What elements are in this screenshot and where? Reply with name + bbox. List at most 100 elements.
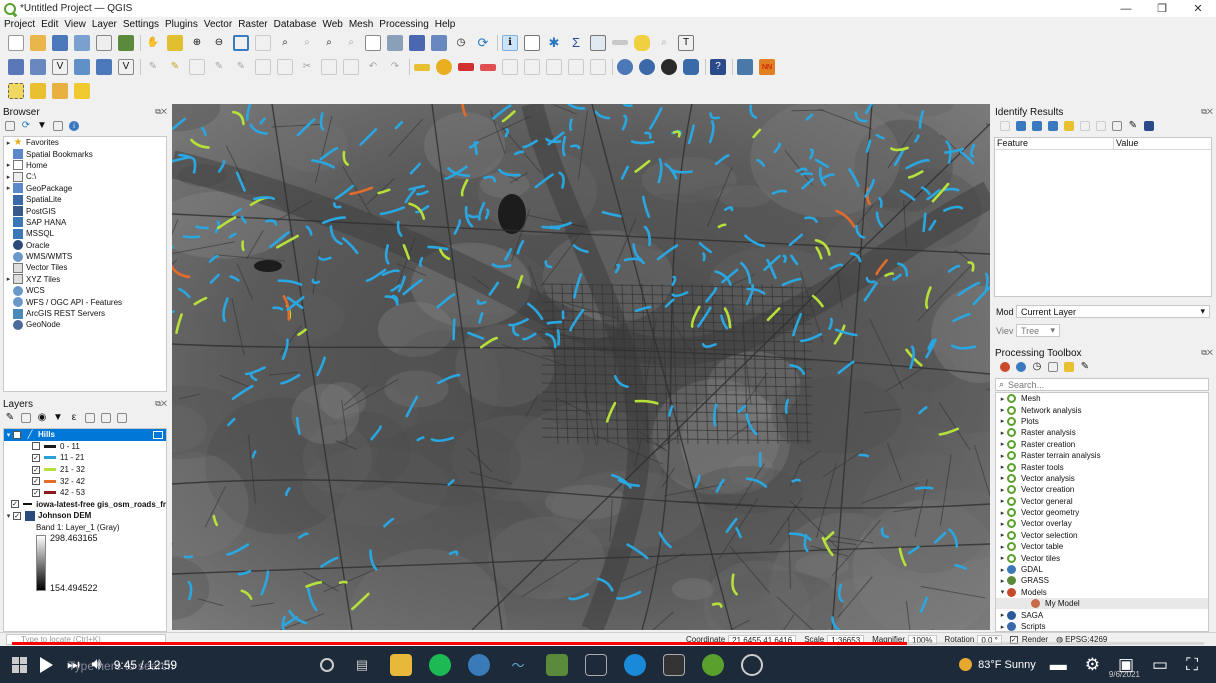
label-tool-icon[interactable] <box>414 63 430 71</box>
menu-edit[interactable]: Edit <box>41 19 58 30</box>
menu-settings[interactable]: Settings <box>123 19 159 30</box>
browser-item[interactable]: Spatial Bookmarks <box>4 148 166 160</box>
expand-arrow-icon[interactable]: ▸ <box>998 509 1007 517</box>
deselect-icon[interactable] <box>52 83 68 99</box>
settings-gear-icon[interactable]: ✱ <box>546 35 562 51</box>
processing-item[interactable]: ▸ Vector creation <box>996 484 1208 495</box>
browser-item[interactable]: SAP HANA <box>4 217 166 228</box>
style-manager-icon[interactable] <box>118 34 134 51</box>
layer-checkbox[interactable]: ✓ <box>13 511 21 520</box>
expand-arrow-icon[interactable]: ▸ <box>998 566 1007 574</box>
expand-arrow-icon[interactable]: ▸ <box>998 520 1007 528</box>
collapse-arrow-icon[interactable]: ▾ <box>4 431 13 439</box>
identify-help-icon[interactable] <box>1144 121 1154 131</box>
expand-arrow-icon[interactable]: ▸ <box>998 531 1007 539</box>
browser-item[interactable]: SpatiaLite <box>4 194 166 205</box>
feature-column-header[interactable]: Feature <box>995 138 1113 149</box>
processing-item[interactable]: ▾ Models <box>996 587 1208 598</box>
add-selected-icon[interactable] <box>5 121 15 131</box>
processing-item[interactable]: ▸ Raster analysis <box>996 427 1208 438</box>
panel-controls-icon[interactable]: ⧉✕ <box>155 399 167 409</box>
layer-styling-icon[interactable]: ✎ <box>5 413 15 423</box>
browser-item[interactable]: WCS <box>4 285 166 296</box>
value-column-header[interactable]: Value <box>1113 138 1211 149</box>
expand-arrow-icon[interactable]: ▸ <box>998 417 1007 425</box>
processing-item[interactable]: ▸ SAGA <box>996 609 1208 620</box>
expand-arrow-icon[interactable]: ▾ <box>998 588 1007 596</box>
minimize-button[interactable]: — <box>1108 0 1144 17</box>
browser-item[interactable]: ▸ Home <box>4 160 166 171</box>
expand-arrow-icon[interactable]: ▸ <box>4 184 13 192</box>
edit-features-icon[interactable] <box>1064 362 1074 372</box>
models-icon[interactable] <box>1000 362 1010 372</box>
legend-class-row[interactable]: ✓ 42 - 53 <box>4 487 166 499</box>
help-icon[interactable]: ? <box>710 59 726 75</box>
browser-item[interactable]: WFS / OGC API - Features <box>4 296 166 308</box>
maximize-button[interactable]: ❐ <box>1144 0 1180 17</box>
menu-project[interactable]: Project <box>4 19 35 30</box>
processing-item[interactable]: ▸ Raster creation <box>996 439 1208 450</box>
processing-item[interactable]: ▸ Vector general <box>996 496 1208 507</box>
class-checkbox[interactable] <box>32 442 40 451</box>
browser-item[interactable]: Oracle <box>4 240 166 251</box>
current-edits-icon[interactable]: ✎ <box>145 59 161 75</box>
file-explorer-icon[interactable] <box>390 653 412 676</box>
select-by-value-icon[interactable] <box>30 83 46 99</box>
zoom-last-icon[interactable]: ⌕ <box>321 35 337 51</box>
expand-arrow-icon[interactable]: ▸ <box>4 275 13 283</box>
add-wms-icon[interactable] <box>96 59 112 75</box>
temporal-icon[interactable]: ◷ <box>453 35 469 51</box>
print-layout-icon[interactable] <box>96 34 112 51</box>
show-bookmarks-icon[interactable] <box>431 34 447 51</box>
text-annotation-icon[interactable]: T <box>678 34 694 51</box>
browser-item[interactable]: WMS/WMTS <box>4 251 166 262</box>
qgis-app-icon[interactable] <box>702 653 724 676</box>
terminal-app-icon[interactable]: 〜 <box>507 654 529 676</box>
results-icon[interactable] <box>1048 362 1058 372</box>
zoom-native-icon[interactable]: ⌕ <box>299 35 315 51</box>
attribute-table-icon[interactable] <box>524 34 540 51</box>
save-project-icon[interactable] <box>52 34 68 51</box>
vertex-tool-icon[interactable]: ✎ <box>233 59 249 75</box>
legend-class-row[interactable]: ✓ 21 - 32 <box>4 464 166 476</box>
collapse-arrow-icon[interactable]: ▾ <box>4 512 13 520</box>
expand-arrow-icon[interactable]: ▸ <box>4 139 13 147</box>
expand-arrow-icon[interactable]: ▸ <box>998 577 1007 585</box>
browser-item[interactable]: MSSQL <box>4 228 166 239</box>
layer-checkbox[interactable]: ✓ <box>10 500 19 509</box>
options-icon[interactable]: ✎ <box>1080 362 1090 372</box>
menu-plugins[interactable]: Plugins <box>165 19 198 30</box>
map-tips-icon[interactable]: ⌕ <box>656 35 672 51</box>
layer-row-roads[interactable]: ✓ iowa-latest-free gis_osm_roads_fr <box>4 499 166 511</box>
new-bookmark-icon[interactable] <box>409 34 425 51</box>
zoom-out-icon[interactable]: ⊖ <box>211 35 227 51</box>
layer-row-hills[interactable]: ▾ ✓ ╱ Hills <box>4 429 166 441</box>
globe-app-icon[interactable] <box>468 653 490 676</box>
expand-new-icon[interactable] <box>1016 121 1026 131</box>
class-checkbox[interactable]: ✓ <box>32 488 40 497</box>
browser-item[interactable]: ▸ XYZ Tiles <box>4 274 166 285</box>
globe-tools-icon[interactable] <box>661 59 677 75</box>
fullscreen-icon[interactable]: ⛶ <box>1186 655 1198 675</box>
save-edits-icon[interactable] <box>189 59 205 75</box>
expand-tree-icon[interactable] <box>1000 121 1010 131</box>
mode-select[interactable]: Current Layer ▾ <box>1016 305 1210 318</box>
layer-visibility-icon[interactable]: ◉ <box>37 413 47 423</box>
theater-mode-icon[interactable]: ▭ <box>1152 655 1168 675</box>
add-wfs-icon[interactable]: V <box>118 59 134 75</box>
processing-item[interactable]: ▸ Vector tiles <box>996 552 1208 563</box>
browser-item[interactable]: PostGIS <box>4 205 166 217</box>
layer-row-dem[interactable]: ▾ ✓ Johnson DEM <box>4 510 166 522</box>
layer-filter-icon[interactable]: ▼ <box>53 413 63 423</box>
copy-features-icon[interactable] <box>321 59 337 75</box>
scripts-icon[interactable] <box>1016 362 1026 372</box>
obs-app-icon[interactable] <box>741 653 763 676</box>
identify-mode-icon[interactable] <box>1112 121 1122 131</box>
expand-arrow-icon[interactable]: ▸ <box>998 406 1007 414</box>
new-3d-view-icon[interactable] <box>387 34 403 51</box>
browser-info-icon[interactable]: i <box>69 121 79 131</box>
expand-arrow-icon[interactable]: ▸ <box>998 395 1007 403</box>
windows-start-icon[interactable] <box>12 656 28 673</box>
clear-results-icon[interactable] <box>1048 121 1058 131</box>
next-icon[interactable]: ⏭ <box>67 656 80 673</box>
